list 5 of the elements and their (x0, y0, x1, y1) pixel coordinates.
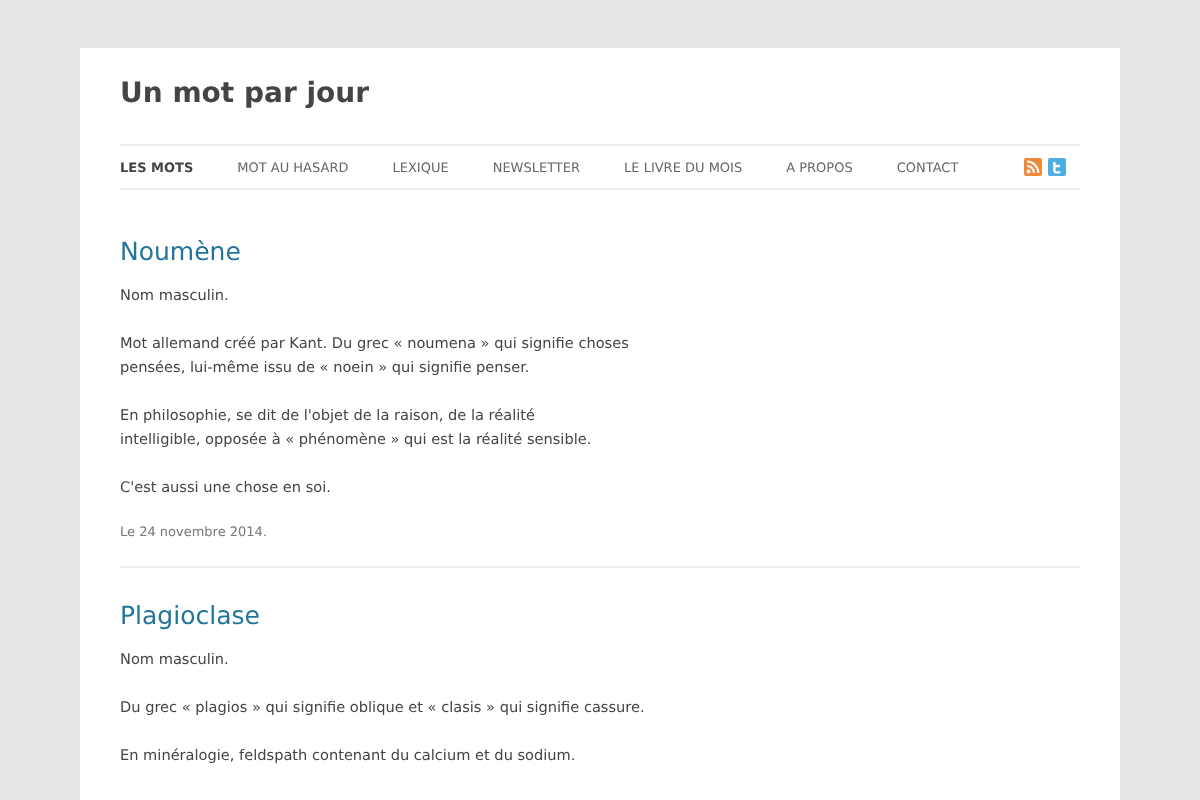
twitter-icon[interactable] (1048, 158, 1066, 176)
rss-icon[interactable] (1024, 158, 1042, 176)
post-title[interactable]: Noumène (120, 236, 1080, 268)
post-title[interactable]: Plagioclase (120, 600, 1080, 632)
site-title[interactable]: Un mot par jour (120, 48, 1080, 144)
